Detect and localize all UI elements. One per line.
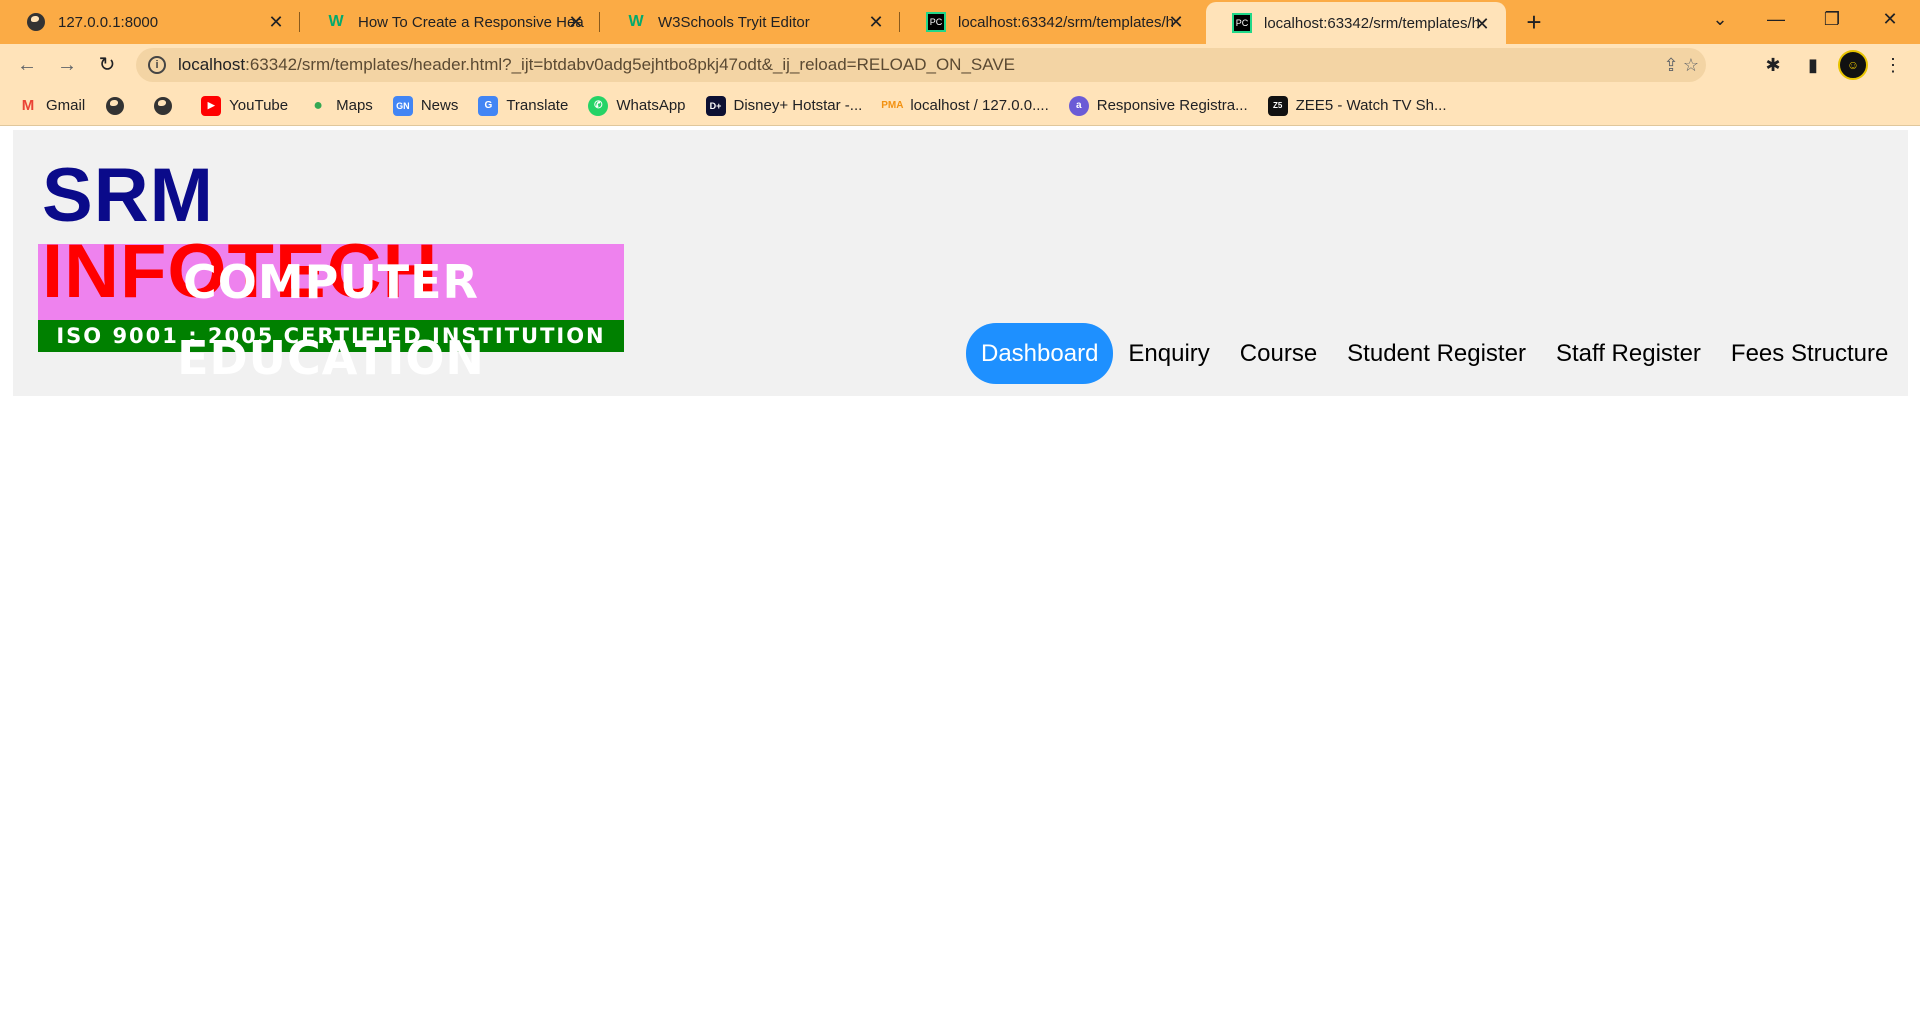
bookmark-news[interactable]: GN News	[392, 92, 458, 120]
minimize-icon[interactable]: —	[1748, 0, 1804, 40]
bookmark-gmail[interactable]: M Gmail	[18, 92, 85, 120]
nav-course[interactable]: Course	[1225, 323, 1332, 384]
bookmark-translate[interactable]: G Translate	[478, 92, 568, 120]
globe-icon	[105, 96, 125, 116]
bookmark-whatsapp[interactable]: ✆ WhatsApp	[588, 92, 686, 120]
address-bar[interactable]: i localhost:63342/srm/templates/header.h…	[136, 48, 1706, 82]
youtube-icon: ▶	[201, 95, 222, 116]
maps-icon: ●	[313, 96, 323, 114]
logo-word-srm: SRM	[42, 153, 214, 238]
tab-title: W3Schools Tryit Editor	[658, 13, 810, 31]
bookmark-registration[interactable]: a Responsive Registra...	[1068, 92, 1248, 120]
site-info-icon[interactable]: i	[148, 56, 166, 74]
globe-icon	[153, 96, 173, 116]
main-nav: Dashboard Enquiry Course Student Registe…	[966, 323, 1903, 384]
close-tab-icon[interactable]: ✕	[266, 12, 286, 32]
w3schools-icon: W	[628, 13, 644, 30]
translate-icon: G	[478, 95, 499, 116]
registration-icon: a	[1068, 95, 1089, 116]
tab-title: How To Create a Responsive Hea	[358, 13, 584, 31]
nav-fees-structure[interactable]: Fees Structure	[1716, 323, 1903, 384]
bookmark-youtube[interactable]: ▶ YouTube	[201, 92, 288, 120]
extensions-puzzle-icon[interactable]: ✱	[1760, 52, 1786, 78]
browser-tab[interactable]: PC localhost:63342/srm/templates/h ✕	[900, 0, 1200, 44]
nav-student-register[interactable]: Student Register	[1332, 323, 1541, 384]
browser-tabstrip: 127.0.0.1:8000 ✕ W How To Create a Respo…	[0, 0, 1920, 44]
bookmark-globe[interactable]	[153, 92, 181, 120]
profile-avatar[interactable]: ☺	[1838, 50, 1868, 80]
phpmyadmin-icon: PMA	[881, 100, 904, 111]
side-panel-icon[interactable]: ▮	[1800, 52, 1826, 78]
pycharm-icon: PC	[1232, 13, 1252, 33]
bookmarks-bar: M Gmail ▶ YouTube ● Maps GN News G Trans…	[0, 86, 1920, 126]
share-icon[interactable]: ⇪	[1660, 54, 1682, 76]
page-viewport: SRM INFOTECH COMPUTER EDUCATION ISO 9001…	[0, 127, 1920, 1020]
browser-tab[interactable]: W W3Schools Tryit Editor ✕	[600, 0, 900, 44]
site-logo[interactable]: SRM INFOTECH COMPUTER EDUCATION ISO 9001…	[38, 158, 624, 385]
back-arrow-icon[interactable]: ←	[12, 50, 42, 80]
tab-title: localhost:63342/srm/templates/h	[958, 13, 1173, 31]
pycharm-icon: PC	[926, 12, 946, 32]
bookmark-globe[interactable]	[105, 92, 133, 120]
nav-dashboard[interactable]: Dashboard	[966, 323, 1114, 384]
menu-kebab-icon[interactable]: ⋮	[1880, 52, 1906, 78]
url-text[interactable]: localhost:63342/srm/templates/header.htm…	[178, 48, 1015, 82]
bookmark-star-icon[interactable]: ☆	[1680, 54, 1702, 76]
bookmark-zee5[interactable]: Z5 ZEE5 - Watch TV Sh...	[1267, 92, 1447, 120]
reload-icon[interactable]: ↻	[92, 50, 122, 80]
tab-title: localhost:63342/srm/templates/h	[1264, 14, 1479, 32]
bookmark-hotstar[interactable]: D+ Disney+ Hotstar -...	[705, 92, 862, 120]
browser-tab-active[interactable]: PC localhost:63342/srm/templates/h ✕	[1206, 2, 1506, 44]
nav-enquiry[interactable]: Enquiry	[1113, 323, 1224, 384]
globe-icon	[26, 12, 46, 32]
site-header: SRM INFOTECH COMPUTER EDUCATION ISO 9001…	[13, 130, 1908, 396]
tab-search-chevron-icon[interactable]: ⌄	[1692, 0, 1748, 40]
close-tab-icon[interactable]: ✕	[866, 12, 886, 32]
tab-title: 127.0.0.1:8000	[58, 13, 159, 31]
logo-title: SRM INFOTECH	[38, 158, 624, 310]
forward-arrow-icon[interactable]: →	[52, 50, 82, 80]
browser-tab[interactable]: 127.0.0.1:8000 ✕	[0, 0, 300, 44]
close-window-icon[interactable]: ✕	[1862, 0, 1918, 40]
logo-certification: ISO 9001 : 2005 CERTIFIED INSTITUTION	[38, 320, 624, 352]
close-tab-icon[interactable]: ✕	[1166, 12, 1186, 32]
gmail-icon: M	[21, 97, 35, 114]
browser-toolbar: ← → ↻ i localhost:63342/srm/templates/he…	[0, 44, 1920, 86]
close-tab-icon[interactable]: ✕	[566, 12, 586, 32]
browser-tab[interactable]: W How To Create a Responsive Hea ✕	[300, 0, 600, 44]
zee5-icon: Z5	[1267, 95, 1288, 116]
new-tab-button[interactable]: +	[1520, 8, 1548, 36]
close-tab-icon[interactable]: ✕	[1472, 14, 1492, 34]
bookmark-maps[interactable]: ● Maps	[308, 92, 373, 120]
hotstar-icon: D+	[705, 95, 726, 116]
restore-icon[interactable]: ❐	[1804, 0, 1860, 40]
news-icon: GN	[392, 95, 413, 116]
whatsapp-icon: ✆	[588, 95, 609, 116]
nav-staff-register[interactable]: Staff Register	[1541, 323, 1716, 384]
w3schools-icon: W	[328, 13, 344, 30]
bookmark-phpmyadmin[interactable]: PMA localhost / 127.0.0....	[881, 92, 1049, 120]
